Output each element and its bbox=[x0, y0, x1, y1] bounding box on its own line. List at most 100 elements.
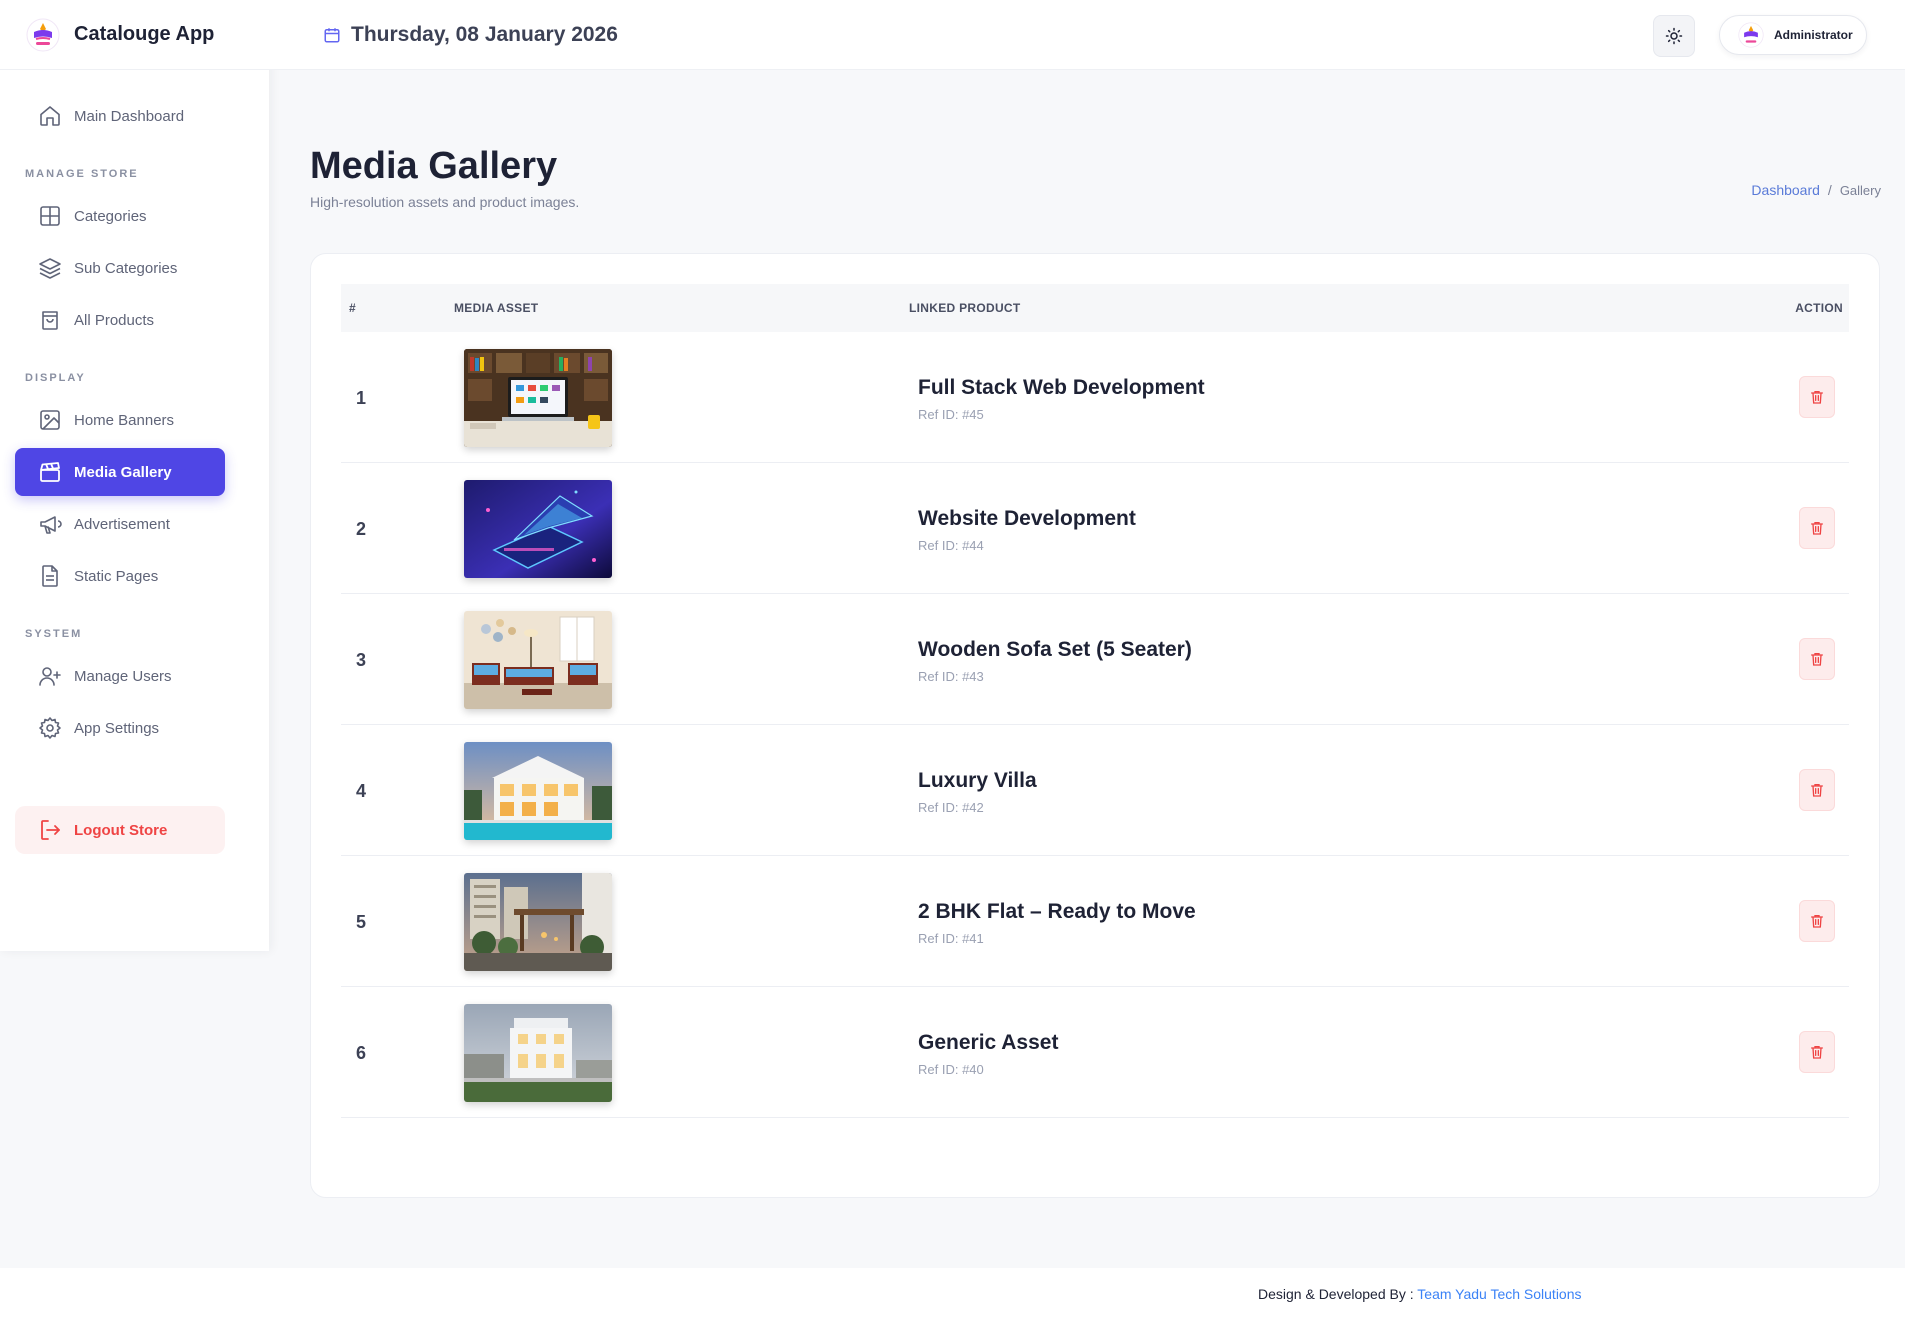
table-row: 3 Wooden Sofa Set (5 Seater) Ref ID: #43 bbox=[341, 594, 1849, 725]
section-title-display: DISPLAY bbox=[25, 372, 86, 384]
sidebar-item-main-dashboard[interactable]: Main Dashboard bbox=[15, 92, 225, 140]
product-name: Website Development bbox=[918, 507, 1136, 530]
breadcrumb: Dashboard / Gallery bbox=[1751, 182, 1881, 198]
media-thumbnail[interactable] bbox=[464, 349, 612, 447]
footer-credit: Design & Developed By : Team Yadu Tech S… bbox=[1258, 1286, 1582, 1302]
sidebar-item-manage-users[interactable]: Manage Users bbox=[15, 652, 225, 700]
sidebar-item-label: Static Pages bbox=[74, 567, 159, 585]
sidebar-item-home-banners[interactable]: Home Banners bbox=[15, 396, 225, 444]
delete-button[interactable] bbox=[1799, 1031, 1835, 1073]
grid-icon bbox=[40, 206, 60, 226]
trash-icon bbox=[1811, 915, 1823, 928]
column-header-action: ACTION bbox=[1795, 301, 1843, 315]
footer-team-link[interactable]: Team Yadu Tech Solutions bbox=[1417, 1286, 1581, 1302]
clapper-icon bbox=[40, 462, 60, 482]
table-row: 1 Full Stack Web Development Ref ID: #45 bbox=[341, 332, 1849, 463]
media-thumbnail[interactable] bbox=[464, 611, 612, 709]
document-icon bbox=[42, 565, 58, 587]
layers-icon bbox=[39, 258, 61, 279]
table-row: 6 Generic Asset Ref ID: #40 bbox=[341, 987, 1849, 1118]
media-thumbnail[interactable] bbox=[464, 1004, 612, 1102]
section-title-manage-store: MANAGE STORE bbox=[25, 168, 139, 180]
app-logo-icon bbox=[26, 18, 60, 52]
row-number: 6 bbox=[356, 1043, 367, 1063]
sidebar-item-label: Main Dashboard bbox=[74, 107, 185, 125]
trash-icon bbox=[1811, 522, 1823, 535]
media-thumbnail[interactable] bbox=[464, 742, 612, 840]
product-name: Full Stack Web Development bbox=[918, 376, 1205, 399]
media-thumbnail[interactable] bbox=[464, 873, 612, 971]
delete-button[interactable] bbox=[1799, 507, 1835, 549]
sidebar-item-label: All Products bbox=[74, 311, 155, 329]
product-ref-id: Ref ID: #40 bbox=[918, 1062, 984, 1077]
sidebar-item-advertisement[interactable]: Advertisement bbox=[15, 500, 225, 548]
gear-icon bbox=[39, 717, 61, 739]
delete-button[interactable] bbox=[1799, 376, 1835, 418]
trash-icon bbox=[1811, 653, 1823, 666]
current-date: Thursday, 08 January 2026 bbox=[323, 23, 618, 47]
sidebar: Catalouge App Main Dashboard MANAGE STOR… bbox=[0, 0, 269, 951]
sidebar-item-app-settings[interactable]: App Settings bbox=[15, 704, 225, 752]
column-header-num: # bbox=[349, 301, 356, 315]
product-name: Generic Asset bbox=[918, 1031, 1059, 1054]
logout-label: Logout Store bbox=[74, 821, 168, 839]
product-ref-id: Ref ID: #43 bbox=[918, 669, 984, 684]
calendar-icon bbox=[324, 27, 340, 42]
trash-icon bbox=[1811, 391, 1823, 404]
row-number: 3 bbox=[356, 650, 367, 670]
sidebar-item-static-pages[interactable]: Static Pages bbox=[15, 552, 225, 600]
delete-button[interactable] bbox=[1799, 900, 1835, 942]
product-name: 2 BHK Flat – Ready to Move bbox=[918, 900, 1196, 923]
sidebar-item-label: Advertisement bbox=[74, 515, 170, 533]
table-row: 4 Luxury Villa Ref ID: #42 bbox=[341, 725, 1849, 856]
delete-button[interactable] bbox=[1799, 638, 1835, 680]
footer: Design & Developed By : Team Yadu Tech S… bbox=[0, 1268, 1905, 1321]
sidebar-item-label: Home Banners bbox=[74, 411, 175, 429]
sidebar-item-label: Media Gallery bbox=[74, 463, 172, 481]
row-number: 5 bbox=[356, 912, 367, 932]
column-header-product: LINKED PRODUCT bbox=[909, 301, 1021, 315]
table-row: 5 2 BHK Flat – Ready to Move Ref ID: #41 bbox=[341, 856, 1849, 987]
page-subtitle: High-resolution assets and product image… bbox=[310, 194, 580, 210]
sun-icon bbox=[1665, 27, 1683, 45]
product-ref-id: Ref ID: #45 bbox=[918, 407, 984, 422]
breadcrumb-dashboard-link[interactable]: Dashboard bbox=[1751, 182, 1820, 198]
footer-prefix: Design & Developed By : bbox=[1258, 1286, 1418, 1302]
brand[interactable]: Catalouge App bbox=[0, 0, 269, 70]
breadcrumb-current: Gallery bbox=[1839, 182, 1881, 198]
megaphone-icon bbox=[40, 516, 62, 534]
user-profile-button[interactable]: Administrator bbox=[1719, 15, 1867, 55]
product-ref-id: Ref ID: #41 bbox=[918, 931, 984, 946]
theme-toggle-button[interactable] bbox=[1653, 15, 1695, 57]
row-number: 2 bbox=[356, 519, 367, 539]
trash-icon bbox=[1811, 784, 1823, 797]
column-header-media: MEDIA ASSET bbox=[454, 301, 539, 315]
sidebar-item-label: App Settings bbox=[74, 719, 160, 737]
sidebar-item-label: Sub Categories bbox=[74, 259, 178, 277]
trash-icon bbox=[1811, 1046, 1823, 1059]
user-name: Administrator bbox=[1774, 28, 1853, 42]
sidebar-item-all-products[interactable]: All Products bbox=[15, 296, 225, 344]
user-plus-icon bbox=[39, 667, 61, 686]
sidebar-nav: Main Dashboard MANAGE STORE Categories S… bbox=[0, 70, 269, 854]
top-header: Thursday, 08 January 2026 Administrator bbox=[269, 0, 1905, 70]
sidebar-item-categories[interactable]: Categories bbox=[15, 192, 225, 240]
media-thumbnail[interactable] bbox=[464, 480, 612, 578]
sidebar-item-label: Manage Users bbox=[74, 667, 172, 685]
row-number: 4 bbox=[356, 781, 367, 801]
bag-icon bbox=[42, 311, 58, 330]
home-icon bbox=[40, 106, 60, 126]
media-table-card: # MEDIA ASSET LINKED PRODUCT ACTION 1 Fu… bbox=[310, 253, 1880, 1198]
section-title-system: SYSTEM bbox=[25, 628, 83, 640]
product-ref-id: Ref ID: #44 bbox=[918, 538, 984, 553]
sidebar-item-sub-categories[interactable]: Sub Categories bbox=[15, 244, 225, 292]
logout-button[interactable]: Logout Store bbox=[15, 806, 225, 854]
product-name: Luxury Villa bbox=[918, 769, 1037, 792]
page-title: Media Gallery bbox=[310, 145, 558, 187]
avatar bbox=[1738, 22, 1764, 48]
sidebar-item-media-gallery[interactable]: Media Gallery bbox=[15, 448, 225, 496]
image-icon bbox=[40, 410, 60, 430]
date-text: Thursday, 08 January 2026 bbox=[351, 22, 618, 46]
product-name: Wooden Sofa Set (5 Seater) bbox=[918, 638, 1192, 661]
delete-button[interactable] bbox=[1799, 769, 1835, 811]
